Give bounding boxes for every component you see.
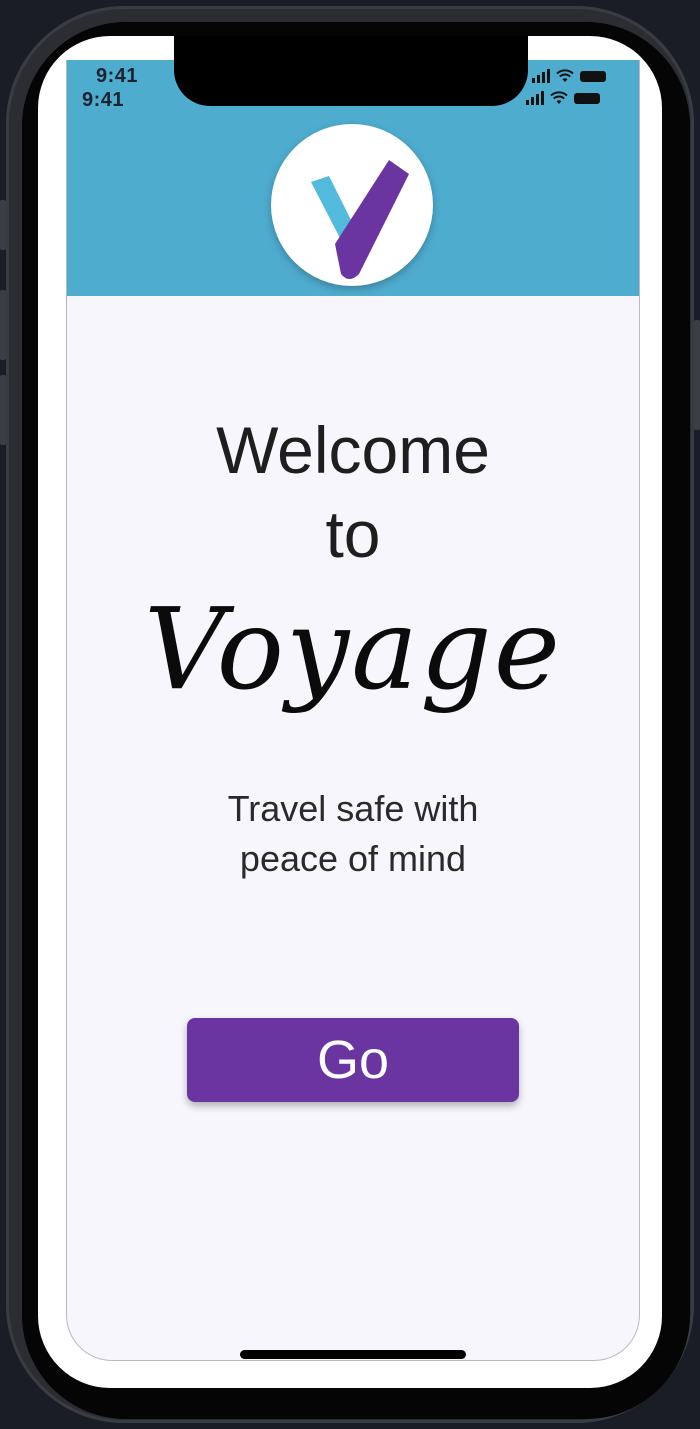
app-screen: Welcome to Voyage Travel safe with peace… [66,60,640,1361]
status-icons [532,66,606,86]
status-time-duplicate: 9:41 [82,89,125,111]
logo [271,124,433,286]
power-button [694,320,700,430]
status-icons-duplicate [526,88,600,108]
volume-down-button [0,375,6,445]
mute-switch [0,200,6,250]
tagline-line2: peace of mind [239,838,467,879]
cellular-signal-icon [532,69,550,83]
welcome-heading-line2: to [325,497,381,571]
brand-name: Voyage [143,585,563,715]
battery-icon [580,70,606,82]
go-button[interactable]: Go [187,1018,519,1102]
volume-up-button [0,290,6,360]
wifi-icon [556,69,574,82]
welcome-heading-line1: Welcome [216,413,490,487]
phone-mockup-stage: Welcome to Voyage Travel safe with peace… [0,0,700,1429]
home-indicator[interactable] [240,1350,466,1359]
cellular-signal-icon [526,91,544,105]
tagline-line1: Travel safe with [227,788,479,829]
notch [174,36,528,106]
status-time: 9:41 [96,65,139,87]
wifi-icon [550,91,568,104]
voyage-v-logo-icon [311,160,409,279]
battery-icon [574,92,600,104]
